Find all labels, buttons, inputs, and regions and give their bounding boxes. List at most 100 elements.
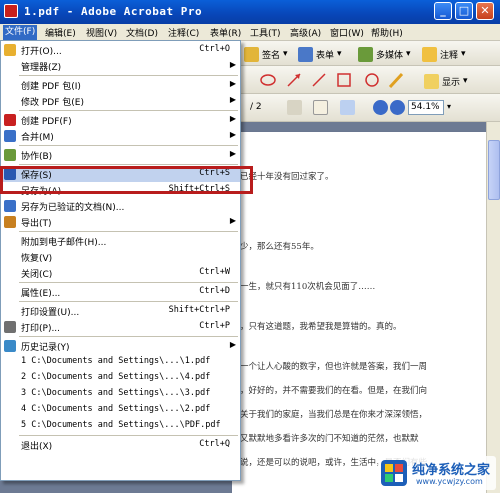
file-menu-item[interactable]: 1 C:\Documents and Settings\...\1.pdf (1, 354, 240, 370)
open-folder-icon (4, 44, 16, 56)
file-menu-item-label: 关闭(C) (21, 270, 53, 280)
menu-edit[interactable]: 编辑(E) (45, 26, 76, 39)
pen-icon (244, 46, 259, 62)
menu-separator (19, 231, 238, 232)
doc-line: ，好好的，并不需要我们的在看。但是，在我们向 (240, 386, 428, 396)
comment-button[interactable]: 注释 ▾ (422, 44, 466, 64)
file-menu-item-label: 修改 PDF 包(E) (21, 98, 84, 108)
menu-separator (19, 301, 238, 302)
file-menu-item[interactable]: 创建 PDF(F) ▶ (1, 112, 240, 128)
file-menu-item-shortcut: Ctrl+P (199, 321, 230, 331)
zoom-out-icon[interactable] (373, 100, 388, 115)
oval-tool-icon[interactable] (365, 73, 379, 87)
file-menu-item-label: 4 C:\Documents and Settings\...\2.pdf (21, 404, 211, 414)
menu-tools[interactable]: 工具(T) (250, 26, 281, 39)
show-button[interactable]: 显示 ▾ (424, 71, 468, 91)
menu-view[interactable]: 视图(V) (86, 26, 117, 39)
zoom-in-icon[interactable] (390, 100, 405, 115)
multimedia-icon (358, 46, 373, 62)
certified-icon (4, 200, 16, 212)
file-menu-item-shortcut: Ctrl+Q (199, 439, 230, 449)
line-tool-icon[interactable] (312, 73, 326, 87)
drawing-tools (260, 72, 404, 88)
file-menu-item-shortcut: Ctrl+O (199, 44, 230, 54)
submenu-arrow-icon: ▶ (229, 60, 236, 69)
file-menu-item[interactable]: 2 C:\Documents and Settings\...\4.pdf (1, 370, 240, 386)
file-menu-item-label: 附加到电子邮件(H)... (21, 238, 107, 248)
file-menu-item[interactable]: 导出(T) ▶ (1, 214, 240, 230)
zoom-dropdown-icon[interactable]: ▾ (447, 102, 451, 111)
file-menu-item[interactable]: 历史记录(Y) ▶ (1, 338, 240, 354)
file-menu-item[interactable]: 创建 PDF 包(I) ▶ (1, 77, 240, 93)
watermark: 纯净系统之家 www.ycwjzy.com (378, 456, 496, 490)
file-menu-item-shortcut: Shift+Ctrl+P (168, 305, 230, 315)
menu-document[interactable]: 文档(D) (126, 26, 158, 39)
multimedia-button[interactable]: 多媒体 ▾ (358, 44, 411, 64)
file-menu-item[interactable]: 3 C:\Documents and Settings\...\3.pdf (1, 386, 240, 402)
doc-line: 少，那么还有55年。 (240, 242, 319, 252)
file-menu-item[interactable]: 打开(O)... Ctrl+O (1, 42, 240, 58)
doc-line: ，只有这道题，我希望我是算错的。真的。 (240, 322, 402, 332)
pencil-tool-icon[interactable] (388, 72, 404, 88)
show-label: 显示 (442, 77, 461, 88)
file-menu-item[interactable]: 属性(E)... Ctrl+D (1, 284, 240, 300)
select-text-icon[interactable] (287, 100, 302, 115)
doc-line: 已经十年没有回过家了。 (240, 172, 334, 182)
file-menu-item-label: 协作(B) (21, 152, 53, 162)
file-menu-item[interactable]: 打印设置(U)... Shift+Ctrl+P (1, 303, 240, 319)
form-button[interactable]: 表单 ▾ (298, 44, 342, 64)
file-menu-item[interactable]: 关闭(C) Ctrl+W (1, 265, 240, 281)
doc-line: 又默默地多看许多次的门不知道的茫然，也默默 (240, 434, 419, 444)
submenu-arrow-icon: ▶ (229, 130, 236, 139)
submenu-arrow-icon: ▶ (229, 95, 236, 104)
maximize-button[interactable]: □ (455, 2, 473, 20)
title-bar: 1.pdf - Adobe Acrobat Pro _ □ ✕ (0, 0, 500, 24)
comment-icon (422, 46, 437, 62)
menu-comments[interactable]: 注释(C) (168, 26, 199, 39)
menu-window[interactable]: 窗口(W) (330, 26, 364, 39)
menu-file[interactable]: 文件(F) (3, 25, 38, 40)
scroll-thumb[interactable] (488, 140, 500, 200)
file-menu-item-label: 管理器(Z) (21, 63, 62, 73)
file-menu-item[interactable]: 另存为已验证的文档(N)... (1, 198, 240, 214)
menu-help[interactable]: 帮助(H) (371, 26, 403, 39)
file-menu-item[interactable]: 4 C:\Documents and Settings\...\2.pdf (1, 402, 240, 418)
create-pdf-icon (4, 114, 16, 126)
rectangle-tool-icon[interactable] (337, 73, 351, 87)
hand-tool-icon[interactable] (313, 100, 328, 115)
submenu-arrow-icon: ▶ (229, 340, 236, 349)
zoom-field[interactable]: 54.1% (408, 100, 444, 115)
watermark-title: 纯净系统之家 (412, 463, 491, 478)
menu-advanced[interactable]: 高级(A) (290, 26, 321, 39)
cloud-tool-icon[interactable] (260, 74, 276, 86)
file-menu-item[interactable]: 退出(X) Ctrl+Q (1, 437, 240, 453)
file-menu-item[interactable]: 打印(P)... Ctrl+P (1, 319, 240, 335)
zoom-tool-icon[interactable] (340, 100, 355, 115)
file-menu-item[interactable]: 5 C:\Documents and Settings\...\PDF.pdf (1, 418, 240, 434)
file-menu-item-label: 打开(O)... (21, 47, 62, 57)
menu-separator (19, 435, 238, 436)
close-button[interactable]: ✕ (476, 2, 494, 20)
file-menu-item[interactable]: 管理器(Z) ▶ (1, 58, 240, 74)
form-label: 表单 (316, 50, 335, 61)
file-menu-item-label: 打印(P)... (21, 324, 61, 334)
file-menu-item[interactable]: 恢复(V) (1, 249, 240, 265)
file-menu-item[interactable]: 合并(M) ▶ (1, 128, 240, 144)
file-menu-item[interactable]: 修改 PDF 包(E) ▶ (1, 93, 240, 109)
vertical-scrollbar[interactable] (486, 122, 500, 493)
menu-separator (19, 282, 238, 283)
submenu-arrow-icon: ▶ (229, 79, 236, 88)
sign-button[interactable]: 签名 ▾ (244, 44, 288, 64)
pdf-page: 已经十年没有回过家了。 少，那么还有55年。 一生，就只有110次机会见面了……… (232, 132, 486, 493)
file-menu-item-label: 历史记录(Y) (21, 343, 70, 353)
minimize-button[interactable]: _ (434, 2, 452, 20)
menu-separator (19, 75, 238, 76)
menu-separator (19, 336, 238, 337)
history-icon (4, 340, 16, 352)
annotation-highlight-box (0, 166, 253, 194)
menu-forms[interactable]: 表单(R) (210, 26, 241, 39)
file-menu-item[interactable]: 协作(B) ▶ (1, 147, 240, 163)
page-total: / 2 (250, 102, 262, 112)
file-menu-item-label: 合并(M) (21, 133, 54, 143)
file-menu-item[interactable]: 附加到电子邮件(H)... (1, 233, 240, 249)
